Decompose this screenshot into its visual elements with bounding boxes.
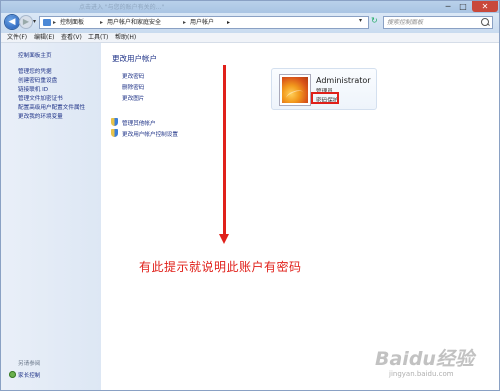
sidebar-home-link[interactable]: 控制面板主页: [18, 51, 52, 59]
change-picture-link[interactable]: 更改图片: [122, 94, 144, 102]
chevron-right-icon[interactable]: ▸: [53, 17, 56, 28]
menu-view[interactable]: 查看(V): [61, 33, 82, 42]
remove-password-link[interactable]: 删除密码: [122, 83, 144, 91]
chevron-right-icon[interactable]: ▸: [183, 17, 186, 28]
sidebar-item-encryption[interactable]: 管理文件加密证书: [18, 94, 63, 102]
sidebar-item-env-vars[interactable]: 更改我的环境变量: [18, 112, 63, 120]
back-button[interactable]: ◀: [5, 15, 19, 29]
sidebar-item-reset-disk[interactable]: 创建密码重设盘: [18, 76, 57, 84]
breadcrumb-user-accounts-family[interactable]: 用户帐户和家庭安全: [107, 17, 161, 28]
address-dropdown-icon[interactable]: ▾: [359, 17, 362, 24]
menu-file[interactable]: 文件(F): [7, 33, 27, 42]
uac-settings-link[interactable]: 更改用户帐户控制设置: [122, 130, 178, 138]
breadcrumb-control-panel[interactable]: 控制面板: [60, 17, 84, 28]
recent-pages-dropdown[interactable]: ▾: [33, 18, 36, 25]
minimize-button[interactable]: ─: [441, 1, 455, 12]
annotation-arrow: [223, 65, 226, 235]
control-panel-window: 点击进入 "与您的账户有关的…" ─ □ ✕ ◀ ▶ ▾ ▸ 控制面板 ▸ 用户…: [0, 0, 500, 391]
uac-shield-icon: [111, 118, 118, 126]
search-placeholder: 搜索控制面板: [387, 19, 424, 26]
baidu-watermark: Baidu经验 jingyan.baidu.com: [361, 326, 499, 386]
parental-control-icon: [9, 371, 16, 378]
chevron-right-icon[interactable]: ▸: [227, 17, 230, 28]
avatar[interactable]: [280, 75, 310, 105]
chevron-right-icon[interactable]: ▸: [100, 17, 103, 28]
breadcrumb-user-accounts[interactable]: 用户帐户: [190, 17, 214, 28]
title-ghost-text: 点击进入 "与您的账户有关的…": [79, 4, 165, 11]
watermark-url: jingyan.baidu.com: [389, 370, 454, 378]
page-title: 更改用户帐户: [112, 54, 157, 63]
maximize-button[interactable]: □: [456, 1, 470, 12]
sidebar-item-online-id[interactable]: 链接联机 ID: [18, 85, 48, 93]
user-name: Administrator: [316, 76, 371, 85]
manage-accounts-link[interactable]: 管理其他帐户: [122, 119, 156, 127]
menu-help[interactable]: 帮助(H): [115, 33, 136, 42]
menu-bar: 文件(F) 编辑(E) 查看(V) 工具(T) 帮助(H): [1, 33, 499, 43]
watermark-text: Baidu经验: [375, 348, 474, 370]
address-row: ◀ ▶ ▾ ▸ 控制面板 ▸ 用户帐户和家庭安全 ▸ 用户帐户 ▸ ▾ ↻ 搜索…: [1, 13, 499, 33]
arrow-down-icon: [219, 234, 229, 244]
forward-button[interactable]: ▶: [20, 16, 32, 28]
see-also-heading: 另请参阅: [18, 361, 41, 367]
refresh-button[interactable]: ↻: [371, 16, 378, 25]
title-bar: 点击进入 "与您的账户有关的…" ─ □ ✕: [1, 1, 499, 13]
search-input[interactable]: 搜索控制面板: [383, 16, 493, 29]
parental-control-link[interactable]: 家长控制: [18, 371, 40, 379]
sidebar: 控制面板主页 管理您的凭据 创建密码重设盘 链接联机 ID 管理文件加密证书 配…: [1, 43, 101, 390]
sidebar-item-profile[interactable]: 配置高级用户配置文件属性: [18, 103, 85, 111]
change-password-link[interactable]: 更改密码: [122, 72, 144, 80]
menu-edit[interactable]: 编辑(E): [34, 33, 54, 42]
search-icon[interactable]: [481, 18, 489, 26]
address-bar[interactable]: ▸ 控制面板 ▸ 用户帐户和家庭安全 ▸ 用户帐户 ▸: [39, 16, 369, 29]
menu-tools[interactable]: 工具(T): [88, 33, 108, 42]
highlight-box: [311, 92, 339, 104]
annotation-text: 有此提示就说明此账户有密码: [139, 260, 302, 274]
control-panel-icon: [43, 19, 51, 26]
uac-shield-icon: [111, 129, 118, 137]
close-button[interactable]: ✕: [472, 1, 498, 12]
sidebar-item-credentials[interactable]: 管理您的凭据: [18, 67, 52, 75]
